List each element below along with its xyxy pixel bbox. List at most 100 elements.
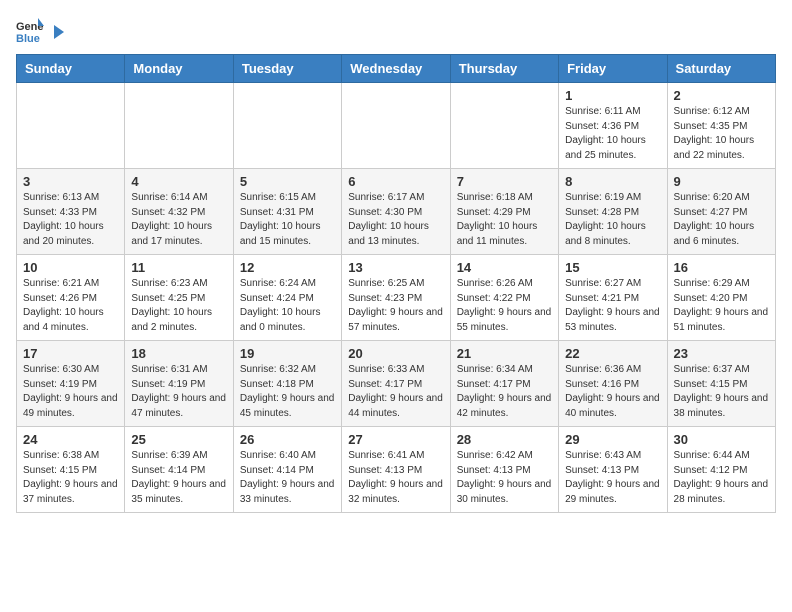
calendar-cell: 16Sunrise: 6:29 AMSunset: 4:20 PMDayligh… — [667, 255, 775, 341]
day-info-line: Sunrise: 6:17 AM — [348, 191, 443, 206]
day-info-line: Sunrise: 6:42 AM — [457, 449, 552, 464]
calendar-table: SundayMondayTuesdayWednesdayThursdayFrid… — [16, 54, 776, 513]
day-info-line: Sunset: 4:17 PM — [348, 378, 443, 393]
day-info-line: Sunset: 4:19 PM — [131, 378, 226, 393]
calendar-header-row: SundayMondayTuesdayWednesdayThursdayFrid… — [17, 55, 776, 83]
day-info-line: Sunset: 4:24 PM — [240, 292, 335, 307]
day-number: 15 — [565, 260, 660, 275]
header-monday: Monday — [125, 55, 233, 83]
day-info-line: Daylight: 10 hours and 11 minutes. — [457, 220, 552, 249]
day-info-line: Sunset: 4:22 PM — [457, 292, 552, 307]
calendar-week-row: 10Sunrise: 6:21 AMSunset: 4:26 PMDayligh… — [17, 255, 776, 341]
calendar-cell — [450, 83, 558, 169]
day-number: 23 — [674, 346, 769, 361]
calendar-cell: 1Sunrise: 6:11 AMSunset: 4:36 PMDaylight… — [559, 83, 667, 169]
calendar-cell: 14Sunrise: 6:26 AMSunset: 4:22 PMDayligh… — [450, 255, 558, 341]
calendar-week-row: 24Sunrise: 6:38 AMSunset: 4:15 PMDayligh… — [17, 427, 776, 513]
day-info-line: Daylight: 9 hours and 38 minutes. — [674, 392, 769, 421]
day-number: 30 — [674, 432, 769, 447]
calendar-cell — [17, 83, 125, 169]
day-info-line: Sunrise: 6:20 AM — [674, 191, 769, 206]
day-info-line: Sunset: 4:32 PM — [131, 206, 226, 221]
calendar-cell: 25Sunrise: 6:39 AMSunset: 4:14 PMDayligh… — [125, 427, 233, 513]
logo-triangle-icon — [48, 23, 66, 41]
day-info-line: Sunset: 4:15 PM — [674, 378, 769, 393]
day-info-line: Sunrise: 6:26 AM — [457, 277, 552, 292]
day-info-line: Sunset: 4:36 PM — [565, 120, 660, 135]
calendar-cell: 19Sunrise: 6:32 AMSunset: 4:18 PMDayligh… — [233, 341, 341, 427]
day-info-line: Sunrise: 6:21 AM — [23, 277, 118, 292]
day-info-line: Sunset: 4:31 PM — [240, 206, 335, 221]
day-info-line: Daylight: 10 hours and 15 minutes. — [240, 220, 335, 249]
day-info-line: Sunset: 4:28 PM — [565, 206, 660, 221]
calendar-cell: 30Sunrise: 6:44 AMSunset: 4:12 PMDayligh… — [667, 427, 775, 513]
calendar-cell: 17Sunrise: 6:30 AMSunset: 4:19 PMDayligh… — [17, 341, 125, 427]
day-number: 29 — [565, 432, 660, 447]
calendar-cell: 3Sunrise: 6:13 AMSunset: 4:33 PMDaylight… — [17, 169, 125, 255]
day-number: 1 — [565, 88, 660, 103]
header-tuesday: Tuesday — [233, 55, 341, 83]
calendar-cell: 23Sunrise: 6:37 AMSunset: 4:15 PMDayligh… — [667, 341, 775, 427]
header-saturday: Saturday — [667, 55, 775, 83]
calendar-week-row: 17Sunrise: 6:30 AMSunset: 4:19 PMDayligh… — [17, 341, 776, 427]
day-info-line: Sunrise: 6:15 AM — [240, 191, 335, 206]
calendar-cell: 18Sunrise: 6:31 AMSunset: 4:19 PMDayligh… — [125, 341, 233, 427]
calendar-cell: 4Sunrise: 6:14 AMSunset: 4:32 PMDaylight… — [125, 169, 233, 255]
day-info-line: Sunrise: 6:23 AM — [131, 277, 226, 292]
calendar-cell: 5 Sunrise: 6:15 AMSunset: 4:31 PMDaylight… — [233, 169, 341, 255]
day-info-line: Daylight: 9 hours and 53 minutes. — [565, 306, 660, 335]
day-number: 4 — [131, 174, 226, 189]
day-number: 28 — [457, 432, 552, 447]
day-info-line: Sunset: 4:17 PM — [457, 378, 552, 393]
day-info-line: Sunset: 4:14 PM — [131, 464, 226, 479]
day-info-line: Daylight: 9 hours and 49 minutes. — [23, 392, 118, 421]
day-info-line: Sunrise: 6:18 AM — [457, 191, 552, 206]
calendar-cell: 28Sunrise: 6:42 AMSunset: 4:13 PMDayligh… — [450, 427, 558, 513]
day-info-line: Sunrise: 6:40 AM — [240, 449, 335, 464]
calendar-cell: 9Sunrise: 6:20 AMSunset: 4:27 PMDaylight… — [667, 169, 775, 255]
day-info-line: Daylight: 10 hours and 0 minutes. — [240, 306, 335, 335]
day-info-line: Sunrise: 6:34 AM — [457, 363, 552, 378]
day-info-line: Sunrise: 6:25 AM — [348, 277, 443, 292]
day-number: 21 — [457, 346, 552, 361]
calendar-cell: 10Sunrise: 6:21 AMSunset: 4:26 PMDayligh… — [17, 255, 125, 341]
day-info-line: Sunrise: 6:44 AM — [674, 449, 769, 464]
day-info-line: Sunset: 4:13 PM — [565, 464, 660, 479]
day-info-line: Sunrise: 6:33 AM — [348, 363, 443, 378]
day-info-line: Daylight: 9 hours and 45 minutes. — [240, 392, 335, 421]
calendar-cell: 21Sunrise: 6:34 AMSunset: 4:17 PMDayligh… — [450, 341, 558, 427]
day-info-line: Daylight: 9 hours and 30 minutes. — [457, 478, 552, 507]
day-info-line: Daylight: 9 hours and 55 minutes. — [457, 306, 552, 335]
day-number: 13 — [348, 260, 443, 275]
day-info-line: Sunrise: 6:24 AM — [240, 277, 335, 292]
day-number: 12 — [240, 260, 335, 275]
calendar-cell: 11Sunrise: 6:23 AMSunset: 4:25 PMDayligh… — [125, 255, 233, 341]
day-info-line: Sunset: 4:29 PM — [457, 206, 552, 221]
day-info-line: Sunrise: 6:11 AM — [565, 105, 660, 120]
day-number: 26 — [240, 432, 335, 447]
day-info-line: Daylight: 10 hours and 20 minutes. — [23, 220, 118, 249]
calendar-cell: 24Sunrise: 6:38 AMSunset: 4:15 PMDayligh… — [17, 427, 125, 513]
day-info-line: Sunrise: 6:14 AM — [131, 191, 226, 206]
day-number: 7 — [457, 174, 552, 189]
calendar-cell: 29Sunrise: 6:43 AMSunset: 4:13 PMDayligh… — [559, 427, 667, 513]
calendar-cell: 6Sunrise: 6:17 AMSunset: 4:30 PMDaylight… — [342, 169, 450, 255]
day-info-line: Sunset: 4:13 PM — [348, 464, 443, 479]
day-info-line: Sunset: 4:19 PM — [23, 378, 118, 393]
day-number: 5 — [240, 174, 335, 189]
day-info-line: Daylight: 9 hours and 44 minutes. — [348, 392, 443, 421]
header-wednesday: Wednesday — [342, 55, 450, 83]
calendar-week-row: 1Sunrise: 6:11 AMSunset: 4:36 PMDaylight… — [17, 83, 776, 169]
calendar-cell: 8Sunrise: 6:19 AMSunset: 4:28 PMDaylight… — [559, 169, 667, 255]
day-info-line: Daylight: 10 hours and 2 minutes. — [131, 306, 226, 335]
day-info-line: Sunrise: 6:36 AM — [565, 363, 660, 378]
day-info-line: Sunset: 4:30 PM — [348, 206, 443, 221]
day-info-line: Sunset: 4:12 PM — [674, 464, 769, 479]
calendar-cell: 2Sunrise: 6:12 AMSunset: 4:35 PMDaylight… — [667, 83, 775, 169]
page-header: General Blue — [16, 16, 776, 44]
day-number: 16 — [674, 260, 769, 275]
day-info-line: Sunrise: 6:31 AM — [131, 363, 226, 378]
day-info-line: Sunrise: 6:39 AM — [131, 449, 226, 464]
day-number: 19 — [240, 346, 335, 361]
calendar-cell: 13Sunrise: 6:25 AMSunset: 4:23 PMDayligh… — [342, 255, 450, 341]
